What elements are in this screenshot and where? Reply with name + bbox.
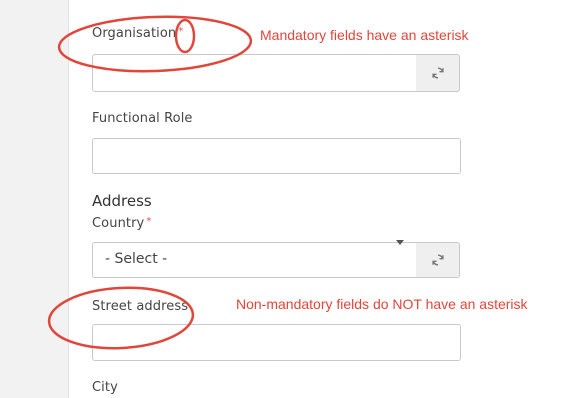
refresh-icon <box>431 67 444 79</box>
street-address-field[interactable] <box>92 324 461 361</box>
gutter-divider <box>68 0 69 398</box>
address-heading: Address <box>92 192 152 210</box>
functional-role-label: Functional Role <box>92 111 193 126</box>
required-asterisk: * <box>178 26 184 37</box>
organisation-refresh-button[interactable] <box>416 54 460 92</box>
chevron-down-icon <box>396 240 404 245</box>
functional-role-input[interactable] <box>103 147 447 165</box>
organisation-field[interactable] <box>92 54 417 92</box>
street-address-label: Street address <box>92 299 189 314</box>
organisation-label: Organisation * <box>92 26 184 41</box>
refresh-icon <box>431 254 444 266</box>
mandatory-annotation: Mandatory fields have an asterisk <box>260 27 469 43</box>
country-select[interactable]: - Select - <box>92 240 417 278</box>
left-gutter <box>0 0 68 398</box>
required-asterisk: * <box>146 216 152 227</box>
country-select-value: - Select - <box>105 251 168 267</box>
optional-annotation: Non-mandatory fields do NOT have an aste… <box>236 296 528 312</box>
country-label: Country * <box>92 216 152 231</box>
country-refresh-button[interactable] <box>416 242 460 278</box>
functional-role-field[interactable] <box>92 138 461 174</box>
street-address-input[interactable] <box>103 333 447 351</box>
organisation-input[interactable] <box>103 64 407 82</box>
city-label: City <box>92 380 118 395</box>
